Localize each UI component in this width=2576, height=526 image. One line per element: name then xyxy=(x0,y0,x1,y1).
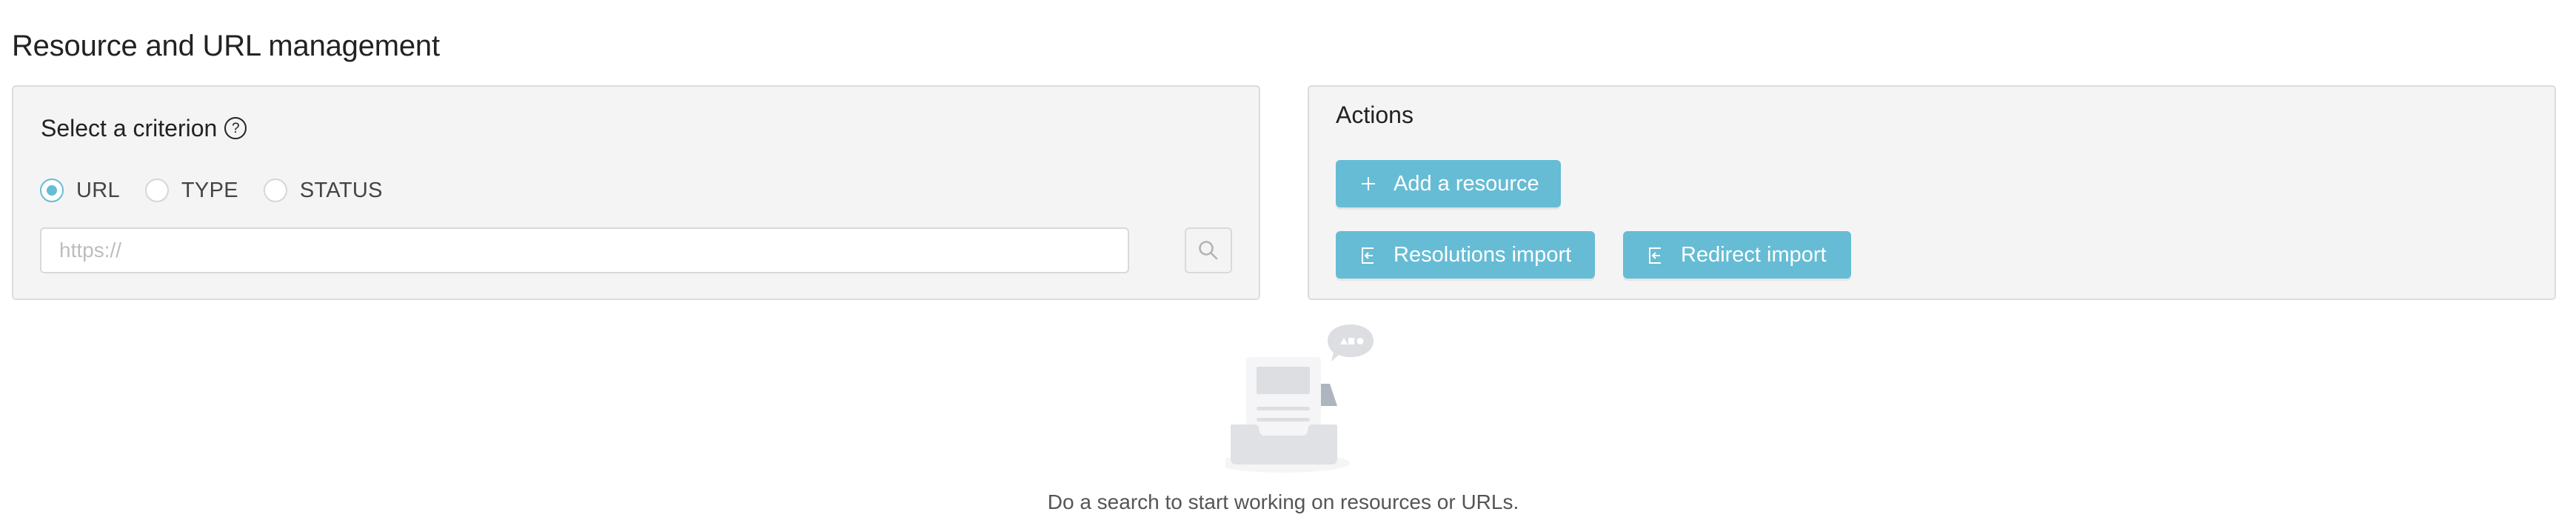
url-search-input[interactable] xyxy=(40,227,1129,273)
search-button[interactable] xyxy=(1185,227,1232,273)
radio-button[interactable] xyxy=(263,179,287,202)
empty-state-message: Do a search to start working on resource… xyxy=(1047,490,1519,513)
question-circle-icon[interactable]: ? xyxy=(224,117,247,139)
empty-inbox-illustration xyxy=(1225,324,1374,473)
document-line xyxy=(1257,418,1310,422)
radio-url[interactable]: URL xyxy=(40,179,120,203)
redirect-import-label: Redirect import xyxy=(1681,242,1827,267)
criterion-radio-group: URL TYPE STATUS xyxy=(40,177,408,204)
document-image xyxy=(1257,367,1310,394)
redirect-import-button[interactable]: Redirect import xyxy=(1623,231,1851,279)
import-icon xyxy=(1648,247,1663,264)
radio-label: STATUS xyxy=(299,178,383,202)
criterion-title: Select a criterion ? xyxy=(41,113,247,143)
add-resource-button[interactable]: Add a resource xyxy=(1336,160,1561,207)
actions-title: Actions xyxy=(1336,101,1414,128)
add-resource-label: Add a resource xyxy=(1394,171,1539,196)
actions-panel: Actions Add a resource Resolutions impor… xyxy=(1308,85,2556,300)
document-line xyxy=(1257,407,1310,410)
resolutions-import-button[interactable]: Resolutions import xyxy=(1336,231,1595,279)
radio-status[interactable]: STATUS xyxy=(263,178,383,203)
square-glyph xyxy=(1348,338,1354,344)
criterion-title-label: Select a criterion xyxy=(41,115,218,142)
plus-icon xyxy=(1361,176,1376,191)
search-icon xyxy=(1199,241,1218,260)
radio-type[interactable]: TYPE xyxy=(144,178,238,203)
radio-label: TYPE xyxy=(181,178,238,202)
radio-button[interactable] xyxy=(144,179,169,202)
circle-glyph xyxy=(1356,338,1364,344)
criterion-panel: Select a criterion ? URL TYPE STATUS xyxy=(12,85,1260,300)
resolutions-import-label: Resolutions import xyxy=(1394,242,1572,267)
radio-label: URL xyxy=(76,178,120,202)
page-title: Resource and URL management xyxy=(12,30,440,62)
radio-button-checked[interactable] xyxy=(40,179,64,202)
import-icon xyxy=(1361,247,1376,264)
